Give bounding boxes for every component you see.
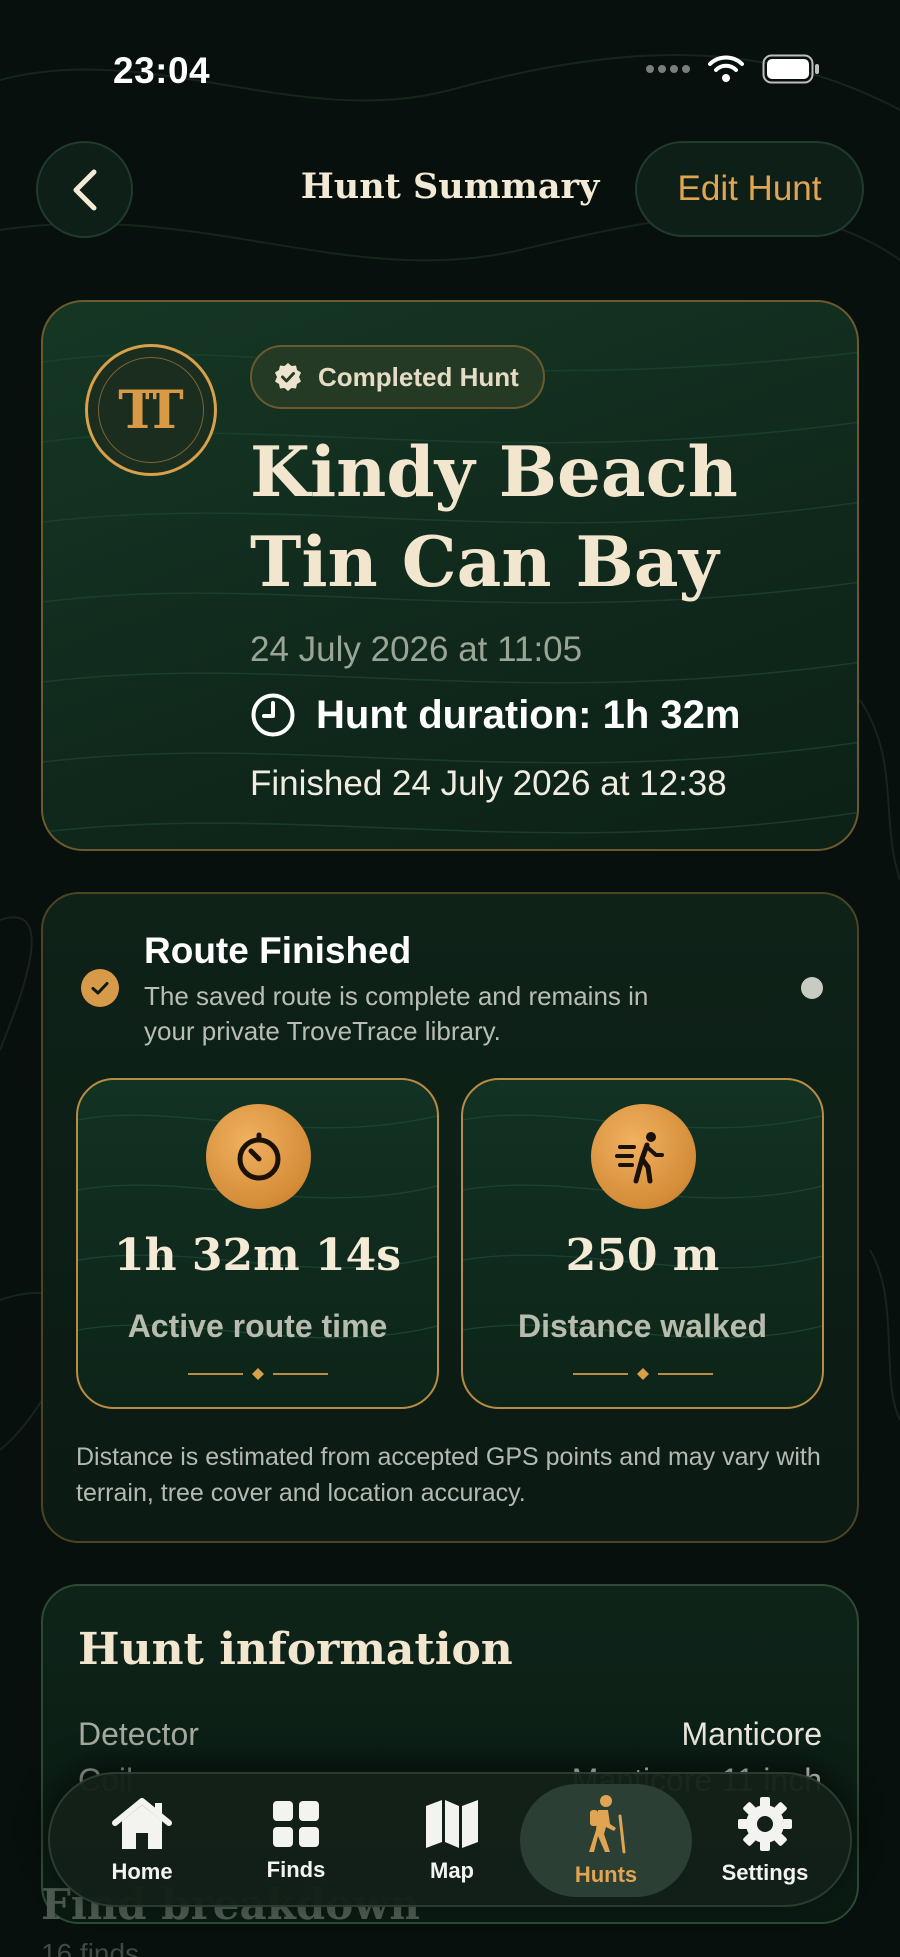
hunt-start-date: 24 July 2026 at 11:05 bbox=[250, 630, 583, 669]
tab-home[interactable]: Home bbox=[67, 1784, 217, 1897]
hunt-finished-date: Finished 24 July 2026 at 12:38 bbox=[250, 764, 727, 803]
gear-icon bbox=[738, 1796, 792, 1851]
bottom-tab-bar: Home Finds Map Hunts Settings bbox=[48, 1772, 852, 1907]
info-row-detector: Detector Manticore bbox=[78, 1716, 822, 1752]
wifi-icon bbox=[708, 55, 744, 82]
status-time: 23:04 bbox=[113, 50, 211, 91]
hunt-hero-card: TT Completed Hunt Kindy Beach Tin Can Ba… bbox=[41, 300, 859, 851]
completed-badge: Completed Hunt bbox=[250, 345, 545, 409]
trovetrace-logo: TT bbox=[85, 344, 217, 476]
find-breakdown-count: 16 finds bbox=[41, 1938, 140, 1957]
stat-value: 1h 32m 14s bbox=[113, 1230, 402, 1281]
timer-icon bbox=[206, 1104, 311, 1209]
verified-check-icon bbox=[275, 363, 301, 391]
stat-value: 250 m bbox=[565, 1230, 720, 1281]
badge-label: Completed Hunt bbox=[318, 361, 519, 392]
cellular-signal-icon bbox=[646, 65, 690, 73]
hiker-icon bbox=[589, 1794, 626, 1853]
tab-map[interactable]: Map bbox=[377, 1784, 527, 1897]
status-icons bbox=[646, 54, 820, 84]
clock-icon bbox=[251, 693, 295, 737]
edit-hunt-button[interactable]: Edit Hunt bbox=[635, 141, 864, 237]
map-icon bbox=[426, 1799, 478, 1848]
ornament-divider bbox=[463, 1366, 822, 1382]
stat-label: Active route time bbox=[127, 1308, 388, 1344]
hunt-duration: Hunt duration: 1h 32m bbox=[250, 692, 740, 738]
distance-note: Distance is estimated from accepted GPS … bbox=[76, 1443, 821, 1507]
tab-finds[interactable]: Finds bbox=[221, 1784, 371, 1897]
page-title: Hunt Summary bbox=[300, 166, 600, 207]
hunt-title: Kindy Beach Tin Can Bay bbox=[250, 432, 738, 603]
info-title: Hunt information bbox=[78, 1624, 513, 1675]
tab-settings[interactable]: Settings bbox=[690, 1784, 840, 1897]
grid-icon bbox=[273, 1800, 319, 1847]
battery-icon bbox=[762, 54, 819, 84]
route-subtitle: The saved route is complete and remains … bbox=[144, 981, 649, 1046]
stat-distance-walked: 250 m Distance walked bbox=[461, 1078, 824, 1409]
route-title: Route Finished bbox=[144, 930, 412, 971]
walking-icon bbox=[591, 1104, 696, 1209]
route-finished-card: Route Finished The saved route is comple… bbox=[41, 892, 859, 1543]
stat-label: Distance walked bbox=[518, 1308, 767, 1344]
tab-hunts[interactable]: Hunts bbox=[520, 1784, 692, 1897]
stat-active-route-time: 1h 32m 14s Active route time bbox=[76, 1078, 439, 1409]
ornament-divider bbox=[78, 1366, 437, 1382]
check-circle-icon bbox=[81, 969, 119, 1007]
chevron-left-icon bbox=[73, 169, 96, 210]
home-icon bbox=[112, 1797, 172, 1849]
back-button[interactable] bbox=[36, 141, 133, 238]
route-status-dot bbox=[801, 977, 823, 999]
